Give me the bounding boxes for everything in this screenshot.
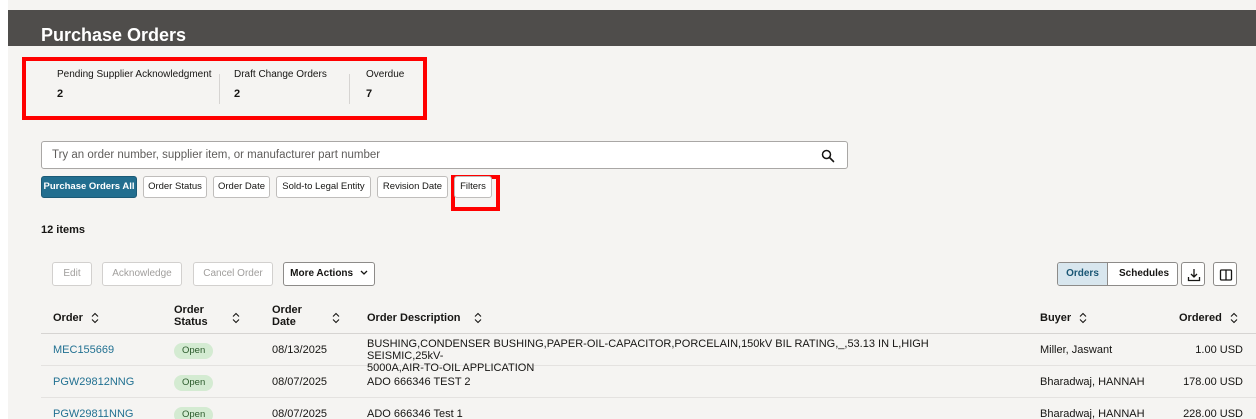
status-badge: Open [174,343,214,359]
columns-button[interactable] [1213,262,1237,286]
acknowledge-button[interactable]: Acknowledge [102,262,182,286]
filter-chip-purchase-orders-all[interactable]: Purchase Orders All [41,176,137,198]
column-header-ordered[interactable]: Ordered [1179,312,1222,324]
sort-icon[interactable] [1078,312,1088,324]
ordered-amount: 178.00 USD [1183,376,1243,388]
buyer-name: Bharadwaj, HANNAH [1040,408,1145,419]
chevron-down-icon [360,270,368,276]
metric-label: Pending Supplier Acknowledgment [57,69,212,80]
table-row[interactable]: PGW29811NNG Open 08/07/2025 ADO 666346 T… [41,399,1256,419]
ordered-amount: 228.00 USD [1183,408,1243,419]
order-date: 08/13/2025 [272,344,328,356]
column-header-order[interactable]: Order [53,312,83,324]
filter-chip-revision-date[interactable]: Revision Date [377,176,448,198]
sort-icon[interactable] [331,312,341,324]
more-actions-label: More Actions [290,268,354,279]
search-icon[interactable] [821,149,835,163]
metric-divider [219,74,220,104]
buyer-name: Miller, Jaswant [1040,344,1113,356]
view-toggle: Orders Schedules [1057,262,1178,286]
page-header: Purchase Orders [8,10,1256,46]
order-number-link[interactable]: MEC155669 [53,344,114,356]
order-number-link[interactable]: PGW29811NNG [53,408,134,419]
columns-icon [1219,269,1233,281]
search-input[interactable] [52,147,812,163]
filter-chip-order-status[interactable]: Order Status [143,176,207,198]
metric-pending-acknowledgment[interactable]: Pending Supplier Acknowledgment 2 [57,60,217,108]
table-row[interactable]: MEC155669 Open 08/13/2025 BUSHING,CONDEN… [41,335,1256,374]
view-schedules-button[interactable]: Schedules [1109,263,1177,285]
sort-icon[interactable] [90,312,100,324]
page-title: Purchase Orders [41,25,187,45]
column-header-order-status[interactable]: Order Status [174,304,208,328]
search-bar [41,141,848,169]
column-header-order-date[interactable]: Order Date [272,304,302,328]
metric-value: 7 [366,88,373,100]
left-gutter [0,0,8,419]
filters-button[interactable]: Filters [454,176,492,198]
metric-value: 2 [234,88,241,100]
edit-button[interactable]: Edit [52,262,92,286]
table-header: Order Order Status Order Date Order Descri… [41,300,1256,334]
filter-chip-sold-to-legal-entity[interactable]: Sold-to Legal Entity [276,176,371,198]
cancel-order-button[interactable]: Cancel Order [193,262,273,286]
order-date: 08/07/2025 [272,376,328,388]
order-date: 08/07/2025 [272,408,328,419]
sort-icon[interactable] [473,312,483,324]
sort-icon[interactable] [1229,312,1239,324]
sort-icon[interactable] [231,312,241,324]
more-actions-button[interactable]: More Actions [283,262,375,286]
order-number-link[interactable]: PGW29812NNG [53,376,134,388]
filter-chip-order-date[interactable]: Order Date [213,176,270,198]
view-orders-button[interactable]: Orders [1058,263,1108,285]
buyer-name: Bharadwaj, HANNAH [1040,376,1145,388]
table-row[interactable]: PGW29812NNG Open 08/07/2025 ADO 666346 T… [41,367,1256,398]
status-badge: Open [174,407,214,419]
ordered-amount: 1.00 USD [1195,344,1243,356]
download-button[interactable] [1181,262,1205,286]
status-badge: Open [174,375,214,391]
metric-draft-change-orders[interactable]: Draft Change Orders 2 [234,60,344,108]
column-header-buyer[interactable]: Buyer [1040,312,1071,324]
order-description: ADO 666346 TEST 2 [367,376,471,388]
download-icon [1187,269,1201,282]
results-count: 12 items [41,224,86,236]
metric-label: Draft Change Orders [234,69,327,80]
order-description: ADO 666346 Test 1 [367,408,463,419]
metric-value: 2 [57,88,64,100]
metric-overdue[interactable]: Overdue 7 [366,60,426,108]
metric-divider [349,74,350,104]
metric-label: Overdue [366,69,405,80]
column-header-order-description[interactable]: Order Description [367,312,461,324]
